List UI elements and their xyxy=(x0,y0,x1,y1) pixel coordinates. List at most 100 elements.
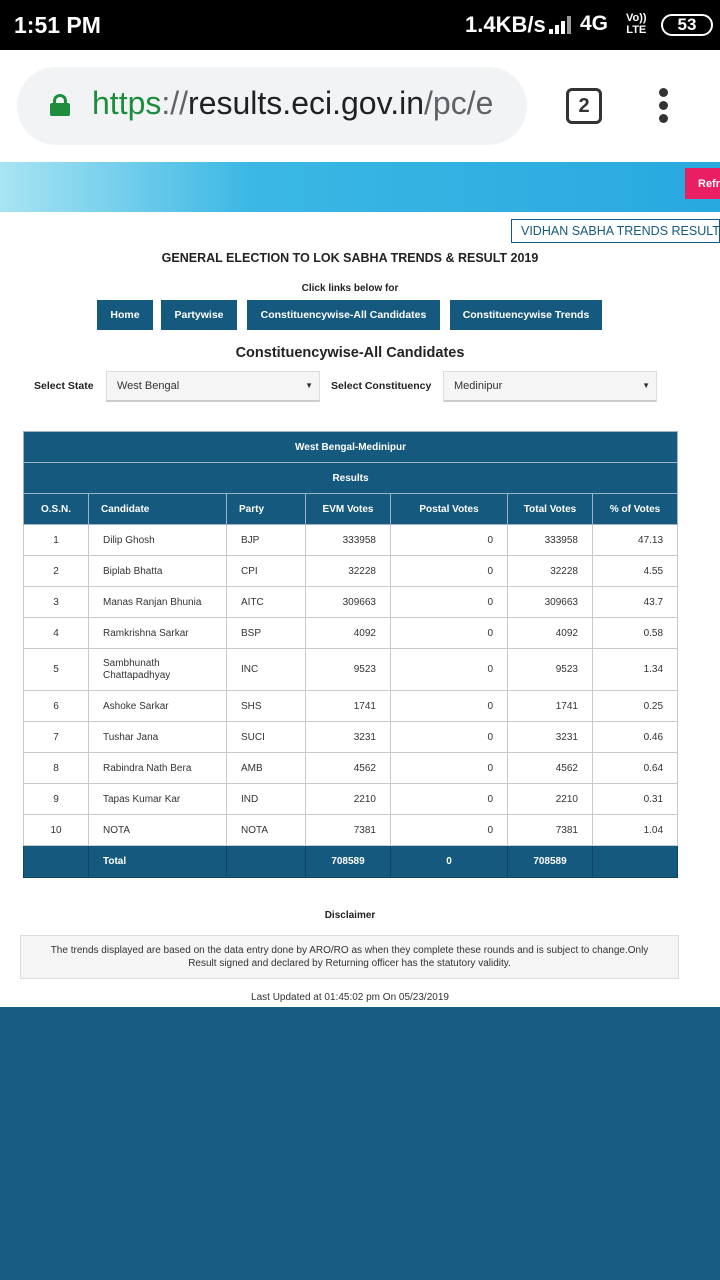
osn-cell: 8 xyxy=(23,752,89,784)
vote-percent-cell: 0.58 xyxy=(591,617,679,649)
vote-percent-cell: 1.34 xyxy=(591,648,679,691)
party-cell: CPI xyxy=(226,555,306,587)
total-label: Total xyxy=(88,845,227,878)
network-type: 4G xyxy=(580,12,609,35)
url-scheme: https xyxy=(92,85,162,121)
osn-cell: 6 xyxy=(23,690,89,722)
address-bar[interactable]: https://results.eci.gov.in/pc/e xyxy=(17,67,527,145)
postal-votes-cell: 0 xyxy=(390,814,508,846)
status-bar: 1:51 PM 1.4KB/s 4G Vo)) LTE 53 xyxy=(0,0,720,50)
results-table: West Bengal-Medinipur Results O.S.N. Can… xyxy=(22,431,679,878)
section-title: Constituencywise-All Candidates xyxy=(235,345,465,361)
candidate-cell: Sambhunath Chattapadhyay xyxy=(88,648,227,691)
nav-hint: Click links below for xyxy=(301,283,399,294)
evm-votes-cell: 4092 xyxy=(305,617,391,649)
page-title: GENERAL ELECTION TO LOK SABHA TRENDS & R… xyxy=(161,251,539,265)
vote-percent-cell: 47.13 xyxy=(591,524,679,556)
disclaimer-title: Disclaimer xyxy=(324,910,376,921)
url-path: /pc/e xyxy=(424,85,494,121)
evm-votes-cell: 9523 xyxy=(305,648,391,691)
state-value: West Bengal xyxy=(117,380,180,392)
volte-icon: Vo)) LTE xyxy=(626,12,647,36)
signal-icon xyxy=(549,14,575,34)
postal-votes-cell: 0 xyxy=(390,752,508,784)
column-header: Postal Votes xyxy=(390,493,508,525)
postal-votes-cell: 0 xyxy=(390,617,508,649)
column-header: % of Votes xyxy=(591,493,679,525)
total-votes-cell: 1741 xyxy=(507,690,593,722)
evm-votes-cell: 1741 xyxy=(305,690,391,722)
party-cell: IND xyxy=(226,783,306,815)
total-votes-cell: 9523 xyxy=(507,648,593,691)
total-votes-cell: 4092 xyxy=(507,617,593,649)
party-cell: INC xyxy=(226,648,306,691)
total-row: Total 708589 0 708589 xyxy=(23,845,679,878)
party-cell: SUCI xyxy=(226,721,306,753)
postal-votes-cell: 0 xyxy=(390,690,508,722)
candidate-cell: Rabindra Nath Bera xyxy=(88,752,227,784)
osn-cell: 3 xyxy=(23,586,89,618)
party-cell: NOTA xyxy=(226,814,306,846)
evm-votes-cell: 4562 xyxy=(305,752,391,784)
lock-icon[interactable] xyxy=(50,94,70,116)
total-empty-cell xyxy=(591,845,679,878)
tab-switcher-button[interactable]: 2 xyxy=(566,88,602,124)
more-menu-icon[interactable] xyxy=(656,88,672,124)
refresh-button[interactable]: Refresh xyxy=(685,168,720,199)
page-banner xyxy=(0,162,720,212)
constituency-value: Medinipur xyxy=(454,380,503,392)
osn-cell: 7 xyxy=(23,721,89,753)
total-postal-votes: 0 xyxy=(390,845,508,878)
candidate-cell: Ashoke Sarkar xyxy=(88,690,227,722)
total-empty-cell xyxy=(226,845,306,878)
vote-percent-cell: 1.04 xyxy=(591,814,679,846)
column-header: Party xyxy=(226,493,306,525)
state-select[interactable]: West Bengal ▼ xyxy=(106,371,320,402)
table-row: 4 Ramkrishna Sarkar BSP 4092 0 4092 0.58 xyxy=(23,617,679,649)
table-title: West Bengal-Medinipur xyxy=(22,431,679,463)
total-votes-cell: 32228 xyxy=(507,555,593,587)
osn-cell: 9 xyxy=(23,783,89,815)
url-text[interactable]: https://results.eci.gov.in/pc/e xyxy=(92,85,512,122)
candidate-cell: Dilip Ghosh xyxy=(88,524,227,556)
dropdown-arrow-icon: ▼ xyxy=(305,381,313,390)
evm-votes-cell: 2210 xyxy=(305,783,391,815)
last-updated: Last Updated at 01:45:02 pm On 05/23/201… xyxy=(251,992,449,1003)
table-row: 2 Biplab Bhatta CPI 32228 0 32228 4.55 xyxy=(23,555,679,587)
osn-cell: 4 xyxy=(23,617,89,649)
browser-toolbar: https://results.eci.gov.in/pc/e 2 xyxy=(0,50,720,162)
total-evm-votes: 708589 xyxy=(305,845,391,878)
nav-constituencywise-all-button[interactable]: Constituencywise-All Candidates xyxy=(247,300,440,330)
constituency-select[interactable]: Medinipur ▼ xyxy=(443,371,657,402)
total-votes-cell: 309663 xyxy=(507,586,593,618)
vidhan-sabha-link[interactable]: VIDHAN SABHA TRENDS RESULTS xyxy=(511,219,720,243)
battery-icon: 53 xyxy=(661,14,713,36)
party-cell: BJP xyxy=(226,524,306,556)
postal-votes-cell: 0 xyxy=(390,721,508,753)
postal-votes-cell: 0 xyxy=(390,586,508,618)
state-label: Select State xyxy=(34,380,94,392)
table-subtitle: Results xyxy=(22,462,679,494)
postal-votes-cell: 0 xyxy=(390,524,508,556)
candidate-cell: Biplab Bhatta xyxy=(88,555,227,587)
total-votes: 708589 xyxy=(507,845,593,878)
vote-percent-cell: 43.7 xyxy=(591,586,679,618)
network-speed: 1.4KB/s xyxy=(465,12,546,37)
url-host: results.eci.gov.in xyxy=(188,85,424,121)
table-row: 6 Ashoke Sarkar SHS 1741 0 1741 0.25 xyxy=(23,690,679,722)
vote-percent-cell: 0.25 xyxy=(591,690,679,722)
nav-constituencywise-trends-button[interactable]: Constituencywise Trends xyxy=(450,300,602,330)
total-votes-cell: 4562 xyxy=(507,752,593,784)
osn-cell: 10 xyxy=(23,814,89,846)
candidate-cell: NOTA xyxy=(88,814,227,846)
disclaimer-text: The trends displayed are based on the da… xyxy=(20,935,679,979)
vote-percent-cell: 4.55 xyxy=(591,555,679,587)
table-header-row: O.S.N. Candidate Party EVM Votes Postal … xyxy=(23,493,679,525)
table-row: 9 Tapas Kumar Kar IND 2210 0 2210 0.31 xyxy=(23,783,679,815)
nav-partywise-button[interactable]: Partywise xyxy=(161,300,237,330)
total-votes-cell: 7381 xyxy=(507,814,593,846)
column-header: O.S.N. xyxy=(23,493,89,525)
nav-home-button[interactable]: Home xyxy=(97,300,153,330)
total-empty-cell xyxy=(23,845,89,878)
page-footer xyxy=(0,1007,720,1280)
